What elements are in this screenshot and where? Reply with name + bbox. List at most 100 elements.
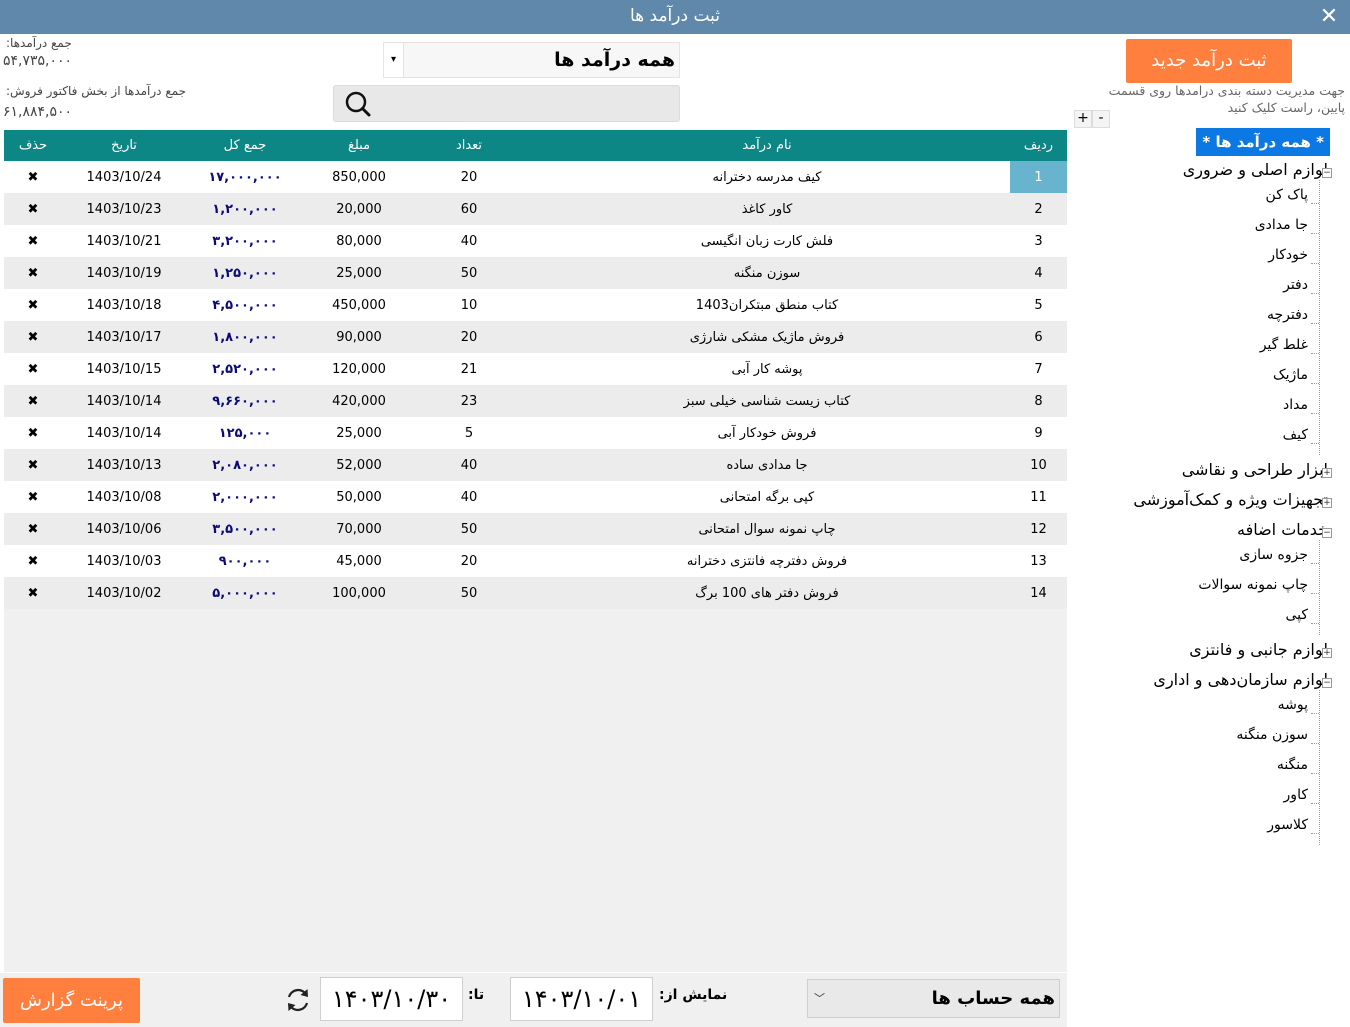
row-total: ۲,۰۰۰,۰۰۰ [186, 481, 304, 513]
collapse-icon[interactable]: − [1322, 678, 1332, 688]
expand-icon[interactable]: + [1322, 468, 1332, 478]
delete-icon[interactable]: ✖ [4, 321, 62, 353]
delete-icon[interactable]: ✖ [4, 417, 62, 449]
tree-item[interactable]: جا مدادی [1255, 217, 1308, 233]
row-rank: 9 [1010, 417, 1067, 449]
tree-item[interactable]: دفترچه [1267, 307, 1308, 323]
category-filter-combo[interactable]: ▾ همه درآمد ها [383, 42, 680, 78]
row-price: 50,000 [304, 481, 414, 513]
row-rank: 1 [1010, 161, 1067, 193]
collapse-icon[interactable]: − [1322, 528, 1332, 538]
to-date-field[interactable]: ۱۴۰۳/۱۰/۳۰ [320, 977, 463, 1021]
delete-icon[interactable]: ✖ [4, 385, 62, 417]
tree-item[interactable]: کپی [1285, 607, 1308, 623]
delete-icon[interactable]: ✖ [4, 545, 62, 577]
tree-root-all-income[interactable]: * همه درآمد ها * [1196, 128, 1330, 156]
expand-icon[interactable]: + [1322, 648, 1332, 658]
tree-item[interactable]: کاور [1284, 787, 1308, 803]
table-row[interactable]: ✖ 1403/10/23 ۱,۲۰۰,۰۰۰ 20,000 60 کاور کاغذ 2 [4, 193, 1067, 225]
search-box[interactable] [333, 85, 680, 122]
tree-item[interactable]: جزوه سازی [1239, 547, 1308, 563]
tree-connector [1311, 353, 1319, 354]
column-header-rank[interactable]: ردیف [1010, 130, 1067, 161]
title-bar: ثبت درآمد ها ✕ [0, 0, 1350, 34]
tree-connector [1311, 563, 1319, 564]
column-header-total[interactable]: جمع کل [186, 130, 304, 161]
table-row[interactable]: ✖ 1403/10/15 ۲,۵۲۰,۰۰۰ 120,000 21 پوشه کار آب… [4, 353, 1067, 385]
row-price: 850,000 [304, 161, 414, 193]
row-rank: 8 [1010, 385, 1067, 417]
tree-item[interactable]: منگنه [1277, 757, 1308, 773]
table-row[interactable]: ✖ 1403/10/13 ۲,۰۸۰,۰۰۰ 52,000 40 جا مدادی ساد… [4, 449, 1067, 481]
delete-icon[interactable]: ✖ [4, 225, 62, 257]
tree-connector [1311, 323, 1319, 324]
table-row[interactable]: ✖ 1403/10/18 ۴,۵۰۰,۰۰۰ 450,000 10 کتاب منطق م… [4, 289, 1067, 321]
close-icon[interactable]: ✕ [1314, 2, 1344, 32]
collapse-icon[interactable]: − [1322, 168, 1332, 178]
row-price: 420,000 [304, 385, 414, 417]
row-total: ۱,۲۰۰,۰۰۰ [186, 193, 304, 225]
tree-item[interactable]: پاک کن [1266, 187, 1308, 203]
table-row[interactable]: ✖ 1403/10/08 ۲,۰۰۰,۰۰۰ 50,000 40 کپی برگه امت… [4, 481, 1067, 513]
tree-group[interactable]: لوازم جانبی و فانتزی [1189, 640, 1328, 659]
tree-group[interactable]: تجهیزات ویژه و کمک‌آموزشی [1133, 490, 1328, 509]
column-header-date[interactable]: تاریخ [62, 130, 186, 161]
row-quantity: 60 [414, 193, 524, 225]
table-row[interactable]: ✖ 1403/10/02 ۵,۰۰۰,۰۰۰ 100,000 50 فروش دفتر ه… [4, 577, 1067, 609]
tree-item[interactable]: خودکار [1268, 247, 1308, 263]
refresh-icon[interactable] [283, 985, 313, 1015]
category-filter-value: همه درآمد ها [554, 49, 675, 71]
search-input[interactable] [380, 87, 678, 120]
tree-item[interactable]: پوشه [1278, 697, 1308, 713]
tree-item[interactable]: غلط گیر [1260, 337, 1308, 353]
chevron-down-icon[interactable]: ▾ [384, 43, 404, 77]
tree-group[interactable]: خدمات اضافه [1237, 520, 1328, 539]
delete-icon[interactable]: ✖ [4, 193, 62, 225]
expand-icon[interactable]: + [1322, 498, 1332, 508]
delete-icon[interactable]: ✖ [4, 161, 62, 193]
row-price: 450,000 [304, 289, 414, 321]
table-row[interactable]: ✖ 1403/10/06 ۳,۵۰۰,۰۰۰ 70,000 50 چاپ نمونه سو… [4, 513, 1067, 545]
column-header-quantity[interactable]: تعداد [414, 130, 524, 161]
table-row[interactable]: ✖ 1403/10/03 ۹۰۰,۰۰۰ 45,000 20 فروش دفترچه فا… [4, 545, 1067, 577]
row-quantity: 40 [414, 225, 524, 257]
from-date-field[interactable]: ۱۴۰۳/۱۰/۰۱ [510, 977, 653, 1021]
delete-icon[interactable]: ✖ [4, 513, 62, 545]
delete-icon[interactable]: ✖ [4, 449, 62, 481]
delete-icon[interactable]: ✖ [4, 353, 62, 385]
delete-icon[interactable]: ✖ [4, 257, 62, 289]
delete-icon[interactable]: ✖ [4, 289, 62, 321]
table-row[interactable]: ✖ 1403/10/24 ۱۷,۰۰۰,۰۰۰ 850,000 20 کیف مدرسه … [4, 161, 1067, 193]
column-header-price[interactable]: مبلغ [304, 130, 414, 161]
column-header-name[interactable]: نام درآمد [524, 130, 1010, 161]
print-report-button[interactable]: پرینت گزارش [3, 978, 140, 1023]
tree-group[interactable]: لوازم سازمان‌دهی و اداری [1153, 670, 1328, 689]
table-row[interactable]: ✖ 1403/10/17 ۱,۸۰۰,۰۰۰ 90,000 20 فروش ماژیک م… [4, 321, 1067, 353]
tree-item[interactable]: مداد [1283, 397, 1308, 413]
row-quantity: 40 [414, 449, 524, 481]
tree-item[interactable]: کلاسور [1267, 817, 1308, 833]
delete-icon[interactable]: ✖ [4, 577, 62, 609]
category-tree: * همه درآمد ها * لوازم اصلی و ضروری − پاک ک… [1067, 34, 1350, 1027]
tree-item[interactable]: دفتر [1283, 277, 1308, 293]
tree-connector [1311, 773, 1319, 774]
row-name: سوزن منگنه [524, 257, 1010, 289]
tree-group[interactable]: ابزار طراحی و نقاشی [1182, 460, 1328, 479]
table-row[interactable]: ✖ 1403/10/14 ۱۲۵,۰۰۰ 25,000 5 فروش خودکار آبی… [4, 417, 1067, 449]
tree-connector [1319, 180, 1320, 455]
chevron-down-icon[interactable]: ﹀ [814, 980, 825, 1017]
tree-item[interactable]: کیف [1283, 427, 1308, 443]
row-date: 1403/10/14 [62, 417, 186, 449]
accounts-combo[interactable]: ﹀ همه حساب ها [807, 979, 1060, 1018]
table-row[interactable]: ✖ 1403/10/19 ۱,۲۵۰,۰۰۰ 25,000 50 سوزن منگنه 4 [4, 257, 1067, 289]
column-header-delete[interactable]: حذف [4, 130, 62, 161]
table-row[interactable]: ✖ 1403/10/14 ۹,۶۶۰,۰۰۰ 420,000 23 کتاب زیست ش… [4, 385, 1067, 417]
row-total: ۱,۸۰۰,۰۰۰ [186, 321, 304, 353]
tree-item[interactable]: ماژیک [1273, 367, 1308, 383]
search-icon[interactable] [334, 86, 380, 121]
table-row[interactable]: ✖ 1403/10/21 ۳,۲۰۰,۰۰۰ 80,000 40 فلش کارت زبا… [4, 225, 1067, 257]
tree-group[interactable]: لوازم اصلی و ضروری [1183, 160, 1328, 179]
tree-item[interactable]: سوزن منگنه [1236, 727, 1308, 743]
tree-item[interactable]: چاپ نمونه سوالات [1198, 577, 1308, 593]
delete-icon[interactable]: ✖ [4, 481, 62, 513]
